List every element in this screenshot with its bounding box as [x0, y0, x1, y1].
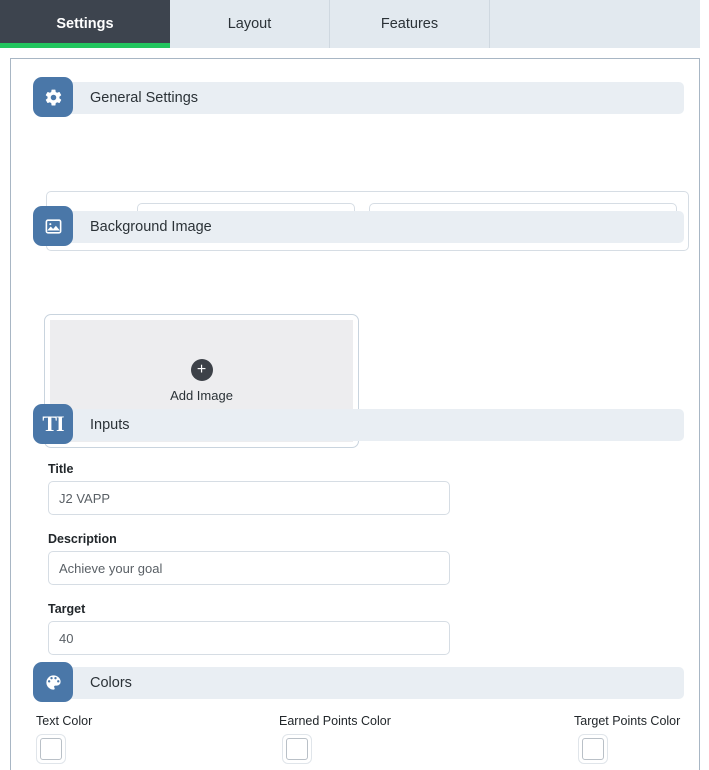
add-image-label: Add Image [170, 388, 233, 403]
earned-points-color-swatch-fill [286, 738, 308, 760]
target-points-color-swatch[interactable] [578, 734, 608, 764]
title-input[interactable] [48, 481, 450, 515]
earned-points-color-swatch[interactable] [282, 734, 312, 764]
settings-panel: General Settings Chat Label Loyalty ⌄ Ba… [10, 58, 700, 770]
section-header-background-image: Background Image [33, 206, 684, 246]
section-header-colors: Colors [33, 662, 684, 702]
description-input[interactable] [48, 551, 450, 585]
section-title-colors: Colors [90, 675, 132, 691]
tab-features[interactable]: Features [330, 0, 490, 48]
tab-settings[interactable]: Settings [0, 0, 170, 48]
target-input[interactable] [48, 621, 450, 655]
tab-layout[interactable]: Layout [170, 0, 330, 48]
gear-icon [33, 77, 73, 117]
ti-glyph: TI [42, 411, 64, 436]
title-field-label: Title [48, 462, 74, 476]
plus-glyph: + [196, 361, 207, 378]
text-color-swatch-fill [40, 738, 62, 760]
settings-page: Settings Layout Features General Setting… [0, 0, 709, 770]
tab-bar: Settings Layout Features [0, 0, 700, 48]
palette-icon [33, 662, 73, 702]
tab-features-label: Features [380, 16, 439, 32]
target-points-color-label: Target Points Color [574, 714, 681, 728]
text-color-swatch[interactable] [36, 734, 66, 764]
tab-layout-label: Layout [227, 16, 272, 32]
section-title-background-image: Background Image [90, 219, 212, 235]
section-header-inputs: TI Inputs [33, 404, 684, 444]
description-field-label: Description [48, 532, 117, 546]
target-field-label: Target [48, 602, 86, 616]
earned-points-color-label: Earned Points Color [279, 714, 391, 728]
tab-settings-label: Settings [56, 16, 114, 32]
section-title-inputs: Inputs [90, 417, 130, 433]
text-color-label: Text Color [36, 714, 93, 728]
tab-bar-filler [490, 0, 700, 48]
section-title-general-settings: General Settings [90, 90, 199, 106]
text-input-icon: TI [33, 404, 73, 444]
section-header-general-settings: General Settings [33, 77, 684, 117]
image-icon [33, 206, 73, 246]
target-points-color-swatch-fill [582, 738, 604, 760]
plus-icon: + [190, 359, 213, 381]
